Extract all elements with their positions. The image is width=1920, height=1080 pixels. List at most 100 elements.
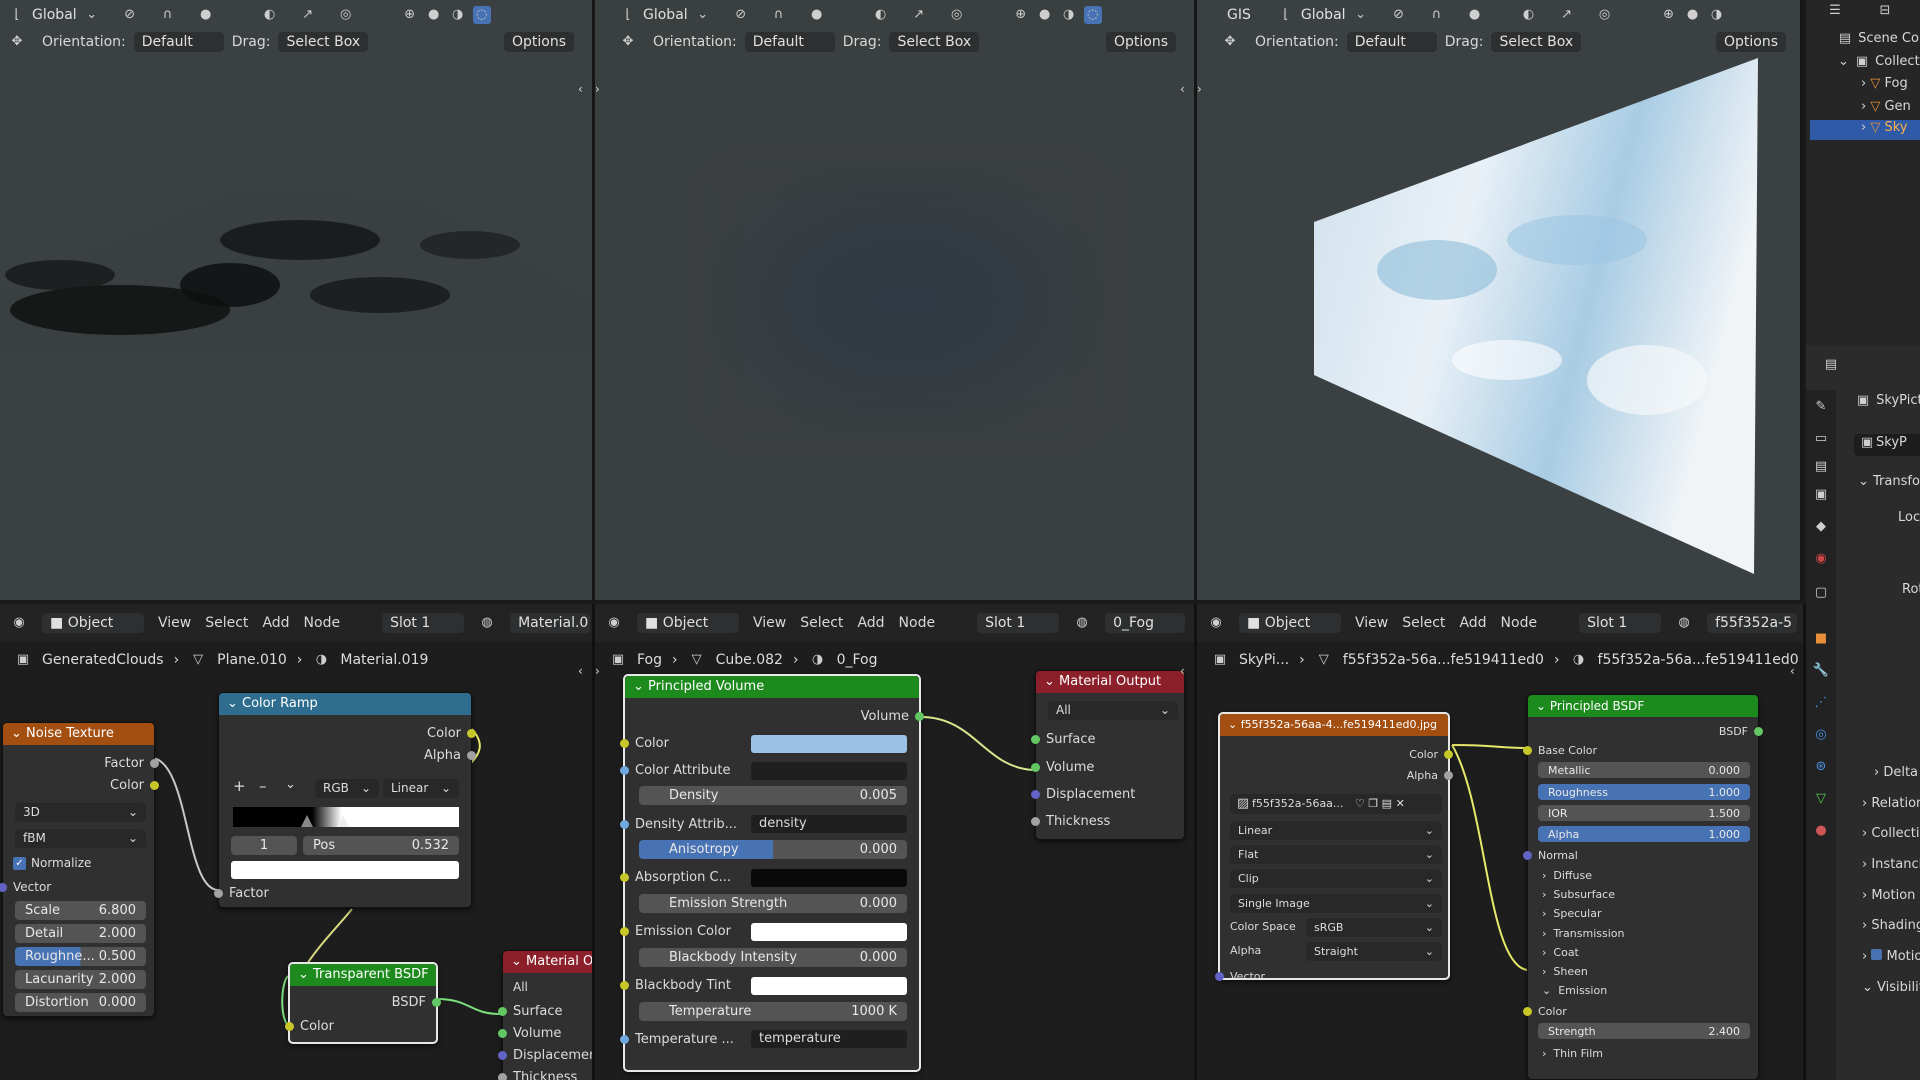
diffuse-panel[interactable]: › Diffuse — [1528, 865, 1758, 885]
socket-input[interactable] — [1523, 851, 1532, 860]
temperature-field[interactable]: Temperature 1000 K — [639, 1002, 907, 1021]
alpha-field[interactable]: Alpha 1.000 — [1538, 826, 1750, 842]
normalize-checkbox-row[interactable]: ✓ Normalize — [3, 853, 154, 873]
outliner-item-gen[interactable]: › ▽ Gen — [1861, 99, 1911, 114]
visibility-icon[interactable]: ◐ — [872, 6, 890, 24]
collapse-arrow-icon[interactable]: ‹ — [578, 82, 583, 96]
node-title[interactable]: ⌄ f55f352a-56aa-4...fe519411ed0.jpg — [1220, 714, 1448, 736]
socket-input[interactable] — [1523, 746, 1532, 755]
tool-tab-icon[interactable]: ✎ — [1812, 398, 1830, 416]
collapse-arrow-icon[interactable]: ‹ — [1790, 664, 1795, 678]
properties-type-icon[interactable]: ▤ — [1822, 356, 1840, 374]
collapse-arrow-icon[interactable]: ‹ — [1180, 82, 1185, 96]
close-icon[interactable]: ✕ — [1396, 797, 1405, 810]
socket-input[interactable] — [0, 883, 7, 892]
lacunarity-field[interactable]: Lacunarity 2.000 — [15, 970, 146, 989]
source-dropdown[interactable]: Single Image ⌄ — [1230, 894, 1442, 913]
color-ramp-node[interactable]: ⌄ Color Ramp Color Alpha + – ⌄ RGB ⌄ Line… — [214, 692, 476, 908]
noise-type-dropdown[interactable]: fBM ⌄ — [15, 829, 146, 848]
options-dropdown[interactable]: Options — [1105, 32, 1176, 52]
move-icon[interactable]: ✥ — [619, 33, 637, 51]
rendered-shading-icon[interactable]: ◌ — [472, 6, 491, 24]
duplicate-icon[interactable]: ❐ — [1368, 797, 1378, 810]
proportional-icon[interactable]: ● — [197, 6, 215, 24]
data-tab-icon[interactable]: ▽ — [1812, 790, 1830, 808]
add-stop-button[interactable]: + — [233, 777, 246, 795]
editor-type-icon[interactable]: ☰ — [1826, 2, 1844, 20]
socket-input[interactable] — [620, 820, 629, 829]
instancing-panel[interactable]: › Instanci — [1862, 857, 1920, 872]
dimension-dropdown[interactable]: 3D ⌄ — [15, 803, 146, 822]
color-space-dropdown[interactable]: sRGB ⌄ — [1306, 918, 1442, 937]
rendered-shading-icon[interactable]: ◌ — [1083, 6, 1102, 24]
checkbox[interactable] — [1871, 949, 1883, 960]
physics-tab-icon[interactable]: ◎ — [1812, 726, 1830, 744]
color-attribute-field[interactable] — [751, 762, 907, 780]
blackbody-intensity-field[interactable]: Blackbody Intensity 0.000 — [639, 948, 907, 967]
drag-dropdown[interactable]: Select Box — [278, 32, 369, 52]
gizmo-icon[interactable]: ↗ — [910, 6, 928, 24]
material-shading-icon[interactable]: ◑ — [449, 6, 467, 24]
absorption-color-swatch[interactable] — [751, 869, 907, 887]
node-title[interactable]: ⌄ Transparent BSDF — [290, 964, 436, 986]
socket-output[interactable] — [1444, 750, 1453, 759]
move-icon[interactable]: ✥ — [8, 33, 26, 51]
sheen-panel[interactable]: › Sheen — [1528, 961, 1758, 981]
material-shading-icon[interactable]: ◑ — [1060, 6, 1078, 24]
outliner-item-sky[interactable]: › ▽ Sky — [1810, 120, 1920, 140]
socket-input[interactable] — [498, 1029, 507, 1038]
node-title[interactable]: ⌄ Material Ou — [503, 951, 592, 973]
collapse-arrow-icon[interactable]: › — [595, 82, 600, 96]
temperature-attribute-field[interactable]: temperature — [751, 1030, 907, 1048]
stop-color-swatch[interactable] — [231, 861, 459, 879]
socket-output[interactable] — [432, 998, 441, 1007]
gizmo-icon[interactable]: ↗ — [299, 6, 317, 24]
blackbody-tint-swatch[interactable] — [751, 977, 907, 995]
socket-input[interactable] — [1215, 972, 1224, 981]
delta-panel[interactable]: › Delta — [1874, 765, 1918, 780]
detail-field[interactable]: Detail 2.000 — [15, 924, 146, 943]
transmission-panel[interactable]: › Transmission — [1528, 923, 1758, 943]
transparent-bsdf-node[interactable]: ⌄ Transparent BSDF BSDF Color — [285, 962, 441, 1044]
anisotropy-field[interactable]: Anisotropy 0.000 — [639, 840, 907, 859]
image-selector[interactable]: ▨ f55f352a-56aa... ♡ ❐ ▤ ✕ — [1230, 794, 1442, 814]
solid-shading-icon[interactable]: ● — [425, 6, 443, 24]
stop-index-field[interactable]: 1 — [231, 836, 297, 855]
principled-bsdf-node[interactable]: ⌄ Principled BSDF BSDF Base Color Metall… — [1523, 694, 1763, 1080]
wireframe-shading-icon[interactable]: ⊕ — [1012, 6, 1030, 24]
object-tab-icon[interactable]: ■ — [1812, 630, 1830, 648]
pivot-icon[interactable]: ⊘ — [732, 6, 750, 24]
socket-input[interactable] — [1031, 735, 1040, 744]
overlay-icon[interactable]: ◎ — [337, 6, 355, 24]
emission-color-swatch[interactable] — [751, 923, 907, 941]
outliner-item-fog[interactable]: › ▽ Fog — [1861, 76, 1908, 91]
projection-dropdown[interactable]: Flat ⌄ — [1230, 845, 1442, 864]
collection-tab-icon[interactable]: ▢ — [1812, 584, 1830, 602]
relations-panel[interactable]: › Relation — [1862, 796, 1920, 811]
socket-input[interactable] — [620, 873, 629, 882]
orientation-dropdown[interactable]: Default — [744, 32, 835, 52]
transform-orientation[interactable]: Global — [32, 7, 77, 23]
metallic-field[interactable]: Metallic 0.000 — [1538, 762, 1750, 778]
emission-panel[interactable]: ⌄ Emission — [1528, 980, 1758, 1000]
world-tab-icon[interactable]: ◉ — [1812, 550, 1830, 568]
node-title[interactable]: ⌄ Color Ramp — [219, 693, 471, 715]
emission-strength-field[interactable]: Emission Strength 0.000 — [639, 894, 907, 913]
socket-input[interactable] — [1031, 790, 1040, 799]
material-output-node[interactable]: ⌄ Material Ou All Surface Volume Displac… — [498, 950, 592, 1080]
collapse-arrow-icon[interactable]: ‹ — [578, 664, 583, 678]
socket-input[interactable] — [214, 889, 223, 898]
node-title[interactable]: ⌄ Material Output — [1036, 671, 1184, 693]
collapse-arrow-icon[interactable]: › — [595, 664, 600, 678]
image-texture-node[interactable]: ⌄ f55f352a-56aa-4...fe519411ed0.jpg Colo… — [1215, 712, 1453, 983]
scene-collection-row[interactable]: ▤ Scene Coll — [1836, 30, 1920, 48]
shading-panel[interactable]: › Shading — [1862, 918, 1920, 933]
particles-tab-icon[interactable]: ⋰ — [1812, 694, 1830, 712]
motion-paths-panel[interactable]: › Motion F — [1862, 888, 1920, 903]
collections-panel[interactable]: › Collectio — [1862, 826, 1920, 841]
transform-orientation[interactable]: Global — [643, 7, 688, 23]
scale-field[interactable]: Scale 6.800 — [15, 901, 146, 920]
solid-shading-icon[interactable]: ● — [1036, 6, 1054, 24]
material-output-node[interactable]: ⌄ Material Output All ⌄ Surface Volume Di… — [1031, 670, 1185, 840]
render-tab-icon[interactable]: ▭ — [1812, 430, 1830, 448]
